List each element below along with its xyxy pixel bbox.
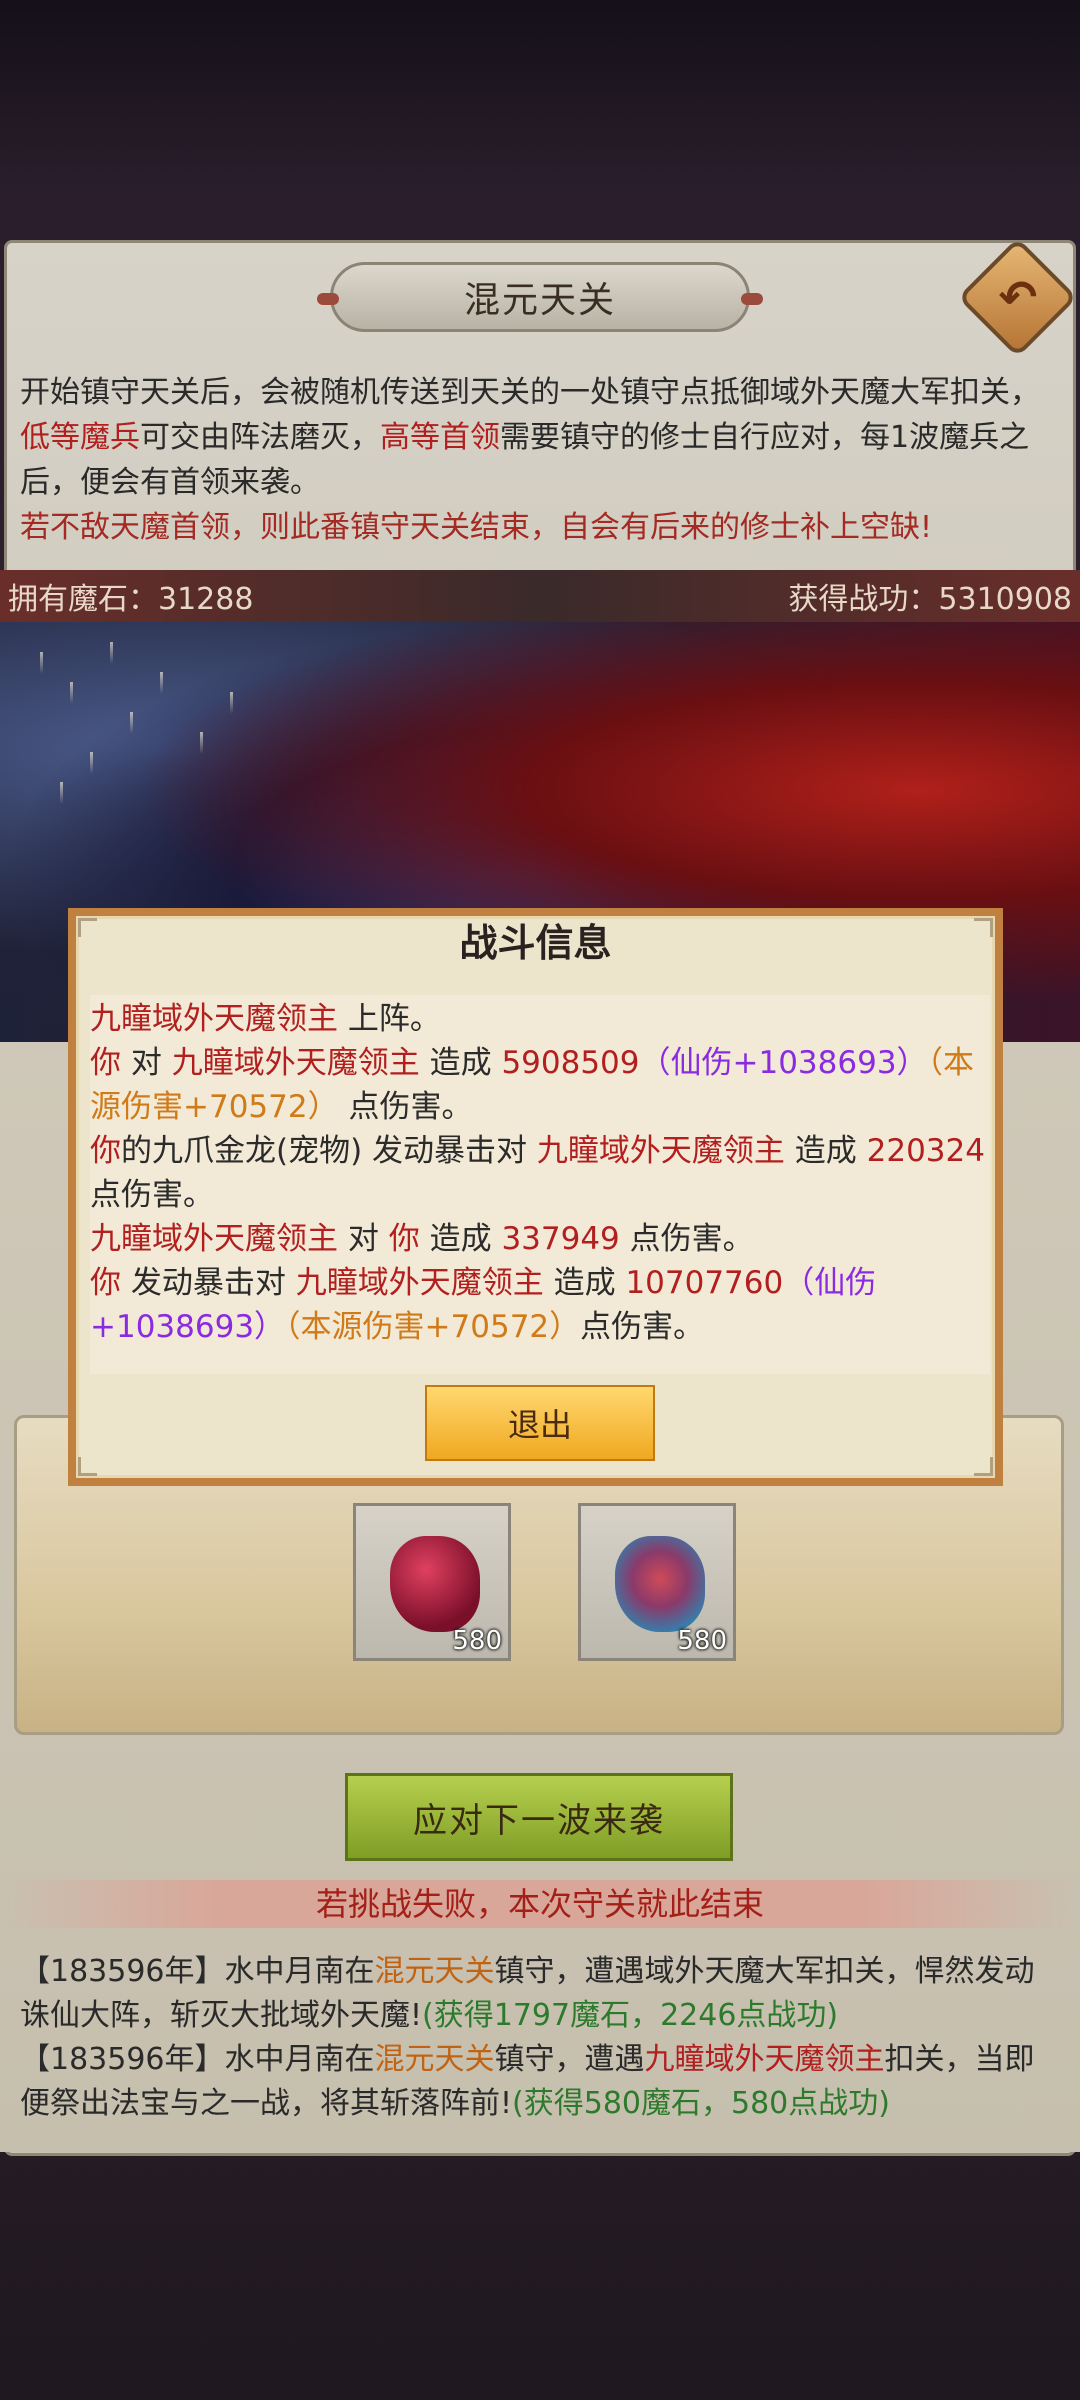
exit-button[interactable]: 退出 — [425, 1385, 655, 1461]
message-line: 九瞳域外天魔领主 上阵。 — [90, 1001, 441, 1037]
merit-count: 获得战功：5310908 — [788, 582, 1072, 617]
reward-item-2[interactable]: 580 — [578, 1503, 736, 1661]
dialog-title: 战斗信息 — [459, 921, 612, 965]
battle-log: 【183596年】水中月南在混元天关镇守，遭遇域外天魔大军扣关，悍然发动诛仙大阵… — [20, 1950, 1060, 2126]
next-wave-button[interactable]: 应对下一波来袭 — [345, 1773, 733, 1861]
page-title: 混元天关 — [317, 262, 763, 332]
rune-stone-icon — [615, 1536, 705, 1632]
message-line: 你 发动暴击对 九瞳域外天魔领主 造成 10707760（仙伤+1038693）… — [90, 1265, 877, 1345]
battle-messages: 九瞳域外天魔领主 上阵。 你 对 九瞳域外天魔领主 造成 5908509（仙伤+… — [90, 995, 990, 1374]
log-entry: 【183596年】水中月南在混元天关镇守，遭遇九瞳域外天魔领主扣关，当即便祭出法… — [20, 2042, 1035, 2121]
message-line: 你 对 九瞳域外天魔领主 造成 5908509（仙伤+1038693）（本源伤害… — [90, 1045, 975, 1125]
back-arrow-icon: ↶ — [998, 270, 1038, 325]
log-entry: 【183596年】水中月南在混元天关镇守，遭遇域外天魔大军扣关，悍然发动诛仙大阵… — [20, 1954, 1035, 2033]
message-line: 你的九爪金龙(宠物) 发动暴击对 九瞳域外天魔领主 造成 220324 点伤害。 — [90, 1133, 985, 1213]
stones-count: 拥有魔石：31288 — [8, 582, 254, 617]
red-gem-icon — [390, 1536, 480, 1632]
stats-bar: 拥有魔石：31288 获得战功：5310908 — [0, 570, 1080, 622]
message-line: 九瞳域外天魔领主 对 你 造成 337949 点伤害。 — [90, 1221, 754, 1257]
intro-text: 开始镇守天关后，会被随机传送到天关的一处镇守点抵御域外天魔大军扣关，低等魔兵可交… — [20, 375, 1040, 545]
reward-item-1[interactable]: 580 — [353, 1503, 511, 1661]
fail-warning: 若挑战失败，本次守关就此结束 — [0, 1880, 1080, 1928]
